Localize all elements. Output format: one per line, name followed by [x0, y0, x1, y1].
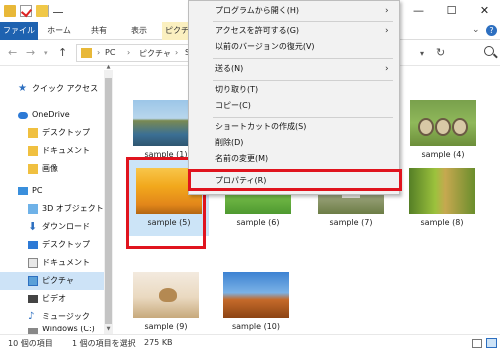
sidebar-item-desktop[interactable]: デスクトップ — [0, 236, 104, 254]
tab-view[interactable]: 表示 — [122, 22, 156, 40]
scroll-down-icon[interactable]: ▼ — [104, 326, 113, 332]
selection-size: 275 KB — [144, 338, 173, 347]
maximize-button[interactable]: ☐ — [435, 0, 468, 22]
forward-arrow-icon[interactable]: → — [26, 46, 35, 59]
search-icon[interactable] — [484, 46, 494, 56]
expand-ribbon-icon[interactable]: ⌄ — [472, 25, 480, 35]
minimize-button[interactable]: — — [402, 0, 435, 22]
properties-highlight — [188, 169, 402, 191]
file-thumbnail[interactable]: sample (10) — [216, 264, 296, 340]
chevron-right-icon[interactable]: › — [127, 48, 130, 57]
chevron-right-icon: › — [385, 6, 389, 16]
sidebar-item-onedrive[interactable]: OneDrive — [0, 106, 104, 124]
menu-item-send-to[interactable]: 送る(N) › — [189, 61, 399, 77]
file-thumbnail[interactable]: sample (9) — [126, 264, 206, 340]
sidebar-scrollbar[interactable]: ▲ ▼ — [104, 64, 113, 334]
pc-icon — [18, 187, 28, 195]
breadcrumb-pc[interactable]: PC — [105, 48, 115, 57]
star-icon: ★ — [18, 83, 27, 94]
file-name: sample (8) — [420, 218, 464, 227]
tab-home[interactable]: ホーム — [42, 22, 76, 40]
menu-item-rename[interactable]: 名前の変更(M) — [189, 151, 399, 167]
item-count: 10 個の項目 — [8, 339, 53, 348]
menu-item-copy[interactable]: コピー(C) — [189, 98, 399, 114]
customize-toolbar-icon[interactable] — [53, 5, 63, 13]
menu-divider — [213, 21, 393, 22]
menu-item-delete[interactable]: 削除(D) — [189, 135, 399, 151]
file-name: sample (6) — [236, 218, 280, 227]
sidebar-item-onedrive-images[interactable]: 画像 — [0, 160, 104, 178]
address-dropdown-icon[interactable]: ▾ — [420, 49, 424, 58]
new-folder-icon[interactable] — [36, 5, 48, 17]
menu-item-give-access[interactable]: アクセスを許可する(G) › — [189, 23, 399, 39]
music-icon: ♪ — [28, 311, 35, 322]
navigation-pane: ★ クイック アクセス OneDrive デスクトップ ドキュメント 画像 PC… — [0, 64, 118, 334]
quick-access-divider — [48, 5, 49, 17]
scroll-up-icon[interactable]: ▲ — [104, 64, 113, 70]
up-arrow-icon[interactable]: ↑ — [58, 46, 67, 59]
chevron-right-icon[interactable]: › — [97, 48, 100, 57]
folder-icon — [81, 48, 92, 58]
sidebar-item-videos[interactable]: ビデオ — [0, 290, 104, 308]
file-name: sample (9) — [144, 322, 188, 331]
back-arrow-icon[interactable]: ← — [8, 46, 17, 59]
sidebar-item-onedrive-documents[interactable]: ドキュメント — [0, 142, 104, 160]
document-icon — [28, 258, 38, 268]
chevron-right-icon[interactable]: › — [175, 48, 178, 57]
large-icons-view-icon[interactable] — [486, 338, 497, 348]
folder-icon[interactable] — [4, 5, 16, 17]
status-bar: 10 個の項目 1 個の項目を選択 275 KB — [0, 334, 500, 350]
file-thumbnail[interactable]: sample (4) — [403, 92, 483, 168]
menu-item-open-with[interactable]: プログラムから開く(H) › — [189, 3, 399, 19]
menu-divider — [213, 58, 393, 59]
file-name: sample (7) — [329, 218, 373, 227]
sidebar-item-music[interactable]: ♪ ミュージック — [0, 308, 104, 326]
sidebar-item-downloads[interactable]: ⬇ ダウンロード — [0, 218, 104, 236]
folder-icon — [28, 128, 38, 138]
context-menu: プログラムから開く(H) › アクセスを許可する(G) › 以前のバージョンの復… — [188, 0, 400, 195]
menu-item-restore-previous[interactable]: 以前のバージョンの復元(V) — [189, 39, 399, 55]
sidebar-item-3d-objects[interactable]: 3D オブジェクト — [0, 200, 104, 218]
file-thumbnail[interactable]: sample (8) — [402, 160, 482, 236]
file-name: sample (10) — [231, 322, 281, 331]
image-preview — [409, 168, 475, 214]
pictures-icon — [28, 276, 38, 286]
sidebar-item-onedrive-desktop[interactable]: デスクトップ — [0, 124, 104, 142]
sidebar-item-quick-access[interactable]: ★ クイック アクセス — [0, 80, 104, 98]
breadcrumb-pictures[interactable]: ピクチャ — [139, 48, 171, 59]
image-preview — [133, 272, 199, 318]
tab-share[interactable]: 共有 — [82, 22, 116, 40]
close-button[interactable]: ✕ — [468, 0, 500, 22]
chevron-right-icon: › — [385, 64, 389, 74]
tab-file[interactable]: ファイル — [0, 22, 38, 40]
cube-icon — [28, 204, 38, 214]
sidebar-item-pictures[interactable]: ピクチャ — [0, 272, 104, 290]
video-icon — [28, 295, 38, 303]
chevron-right-icon: › — [385, 26, 389, 36]
menu-divider — [213, 80, 393, 81]
image-preview — [410, 100, 476, 146]
recent-locations-chevron-icon[interactable]: ▾ — [44, 49, 48, 57]
sidebar-item-windows-drive[interactable]: Windows (C:) — [0, 326, 104, 334]
sidebar-item-pc[interactable]: PC — [0, 182, 104, 200]
download-icon: ⬇ — [28, 220, 38, 233]
details-view-icon[interactable] — [472, 339, 482, 348]
menu-divider — [213, 117, 393, 118]
properties-check-icon[interactable] — [20, 5, 32, 17]
desktop-icon — [28, 241, 38, 249]
help-icon[interactable]: ? — [486, 25, 497, 36]
file-name: sample (4) — [421, 150, 465, 159]
image-preview — [223, 272, 289, 318]
sidebar-item-documents[interactable]: ドキュメント — [0, 254, 104, 272]
selection-count: 1 個の項目を選択 — [72, 339, 136, 348]
folder-icon — [28, 146, 38, 156]
scrollbar-thumb[interactable] — [105, 78, 112, 324]
menu-item-create-shortcut[interactable]: ショートカットの作成(S) — [189, 119, 399, 135]
cloud-icon — [18, 112, 28, 119]
folder-icon — [28, 164, 38, 174]
refresh-icon[interactable]: ↻ — [436, 46, 445, 59]
menu-item-cut[interactable]: 切り取り(T) — [189, 82, 399, 98]
